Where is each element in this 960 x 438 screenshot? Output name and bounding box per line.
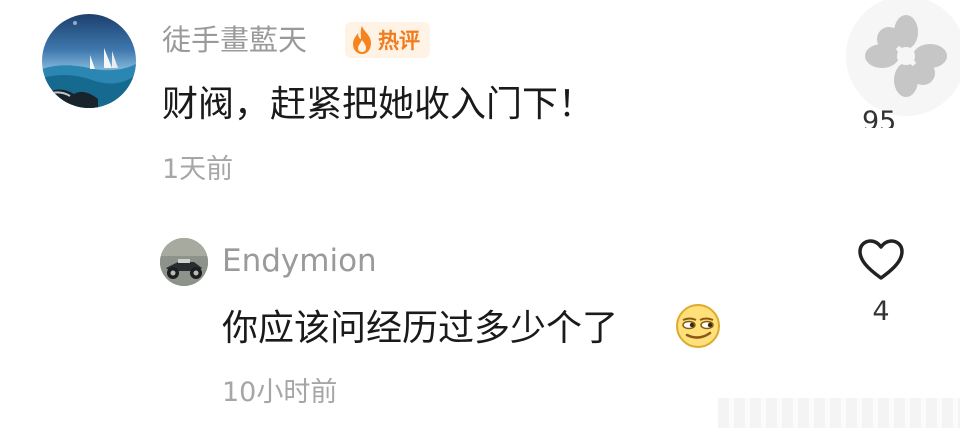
seascape-avatar-image (42, 21, 136, 108)
comment-timestamp: 1天前 (162, 154, 234, 185)
like-count: 95 (862, 106, 897, 128)
reply-username[interactable]: Endymion (222, 240, 377, 282)
hot-badge-label: 热评 (378, 29, 420, 53)
like-button[interactable] (857, 238, 905, 282)
username[interactable]: 徒手畫藍天 (162, 20, 307, 60)
motorcycle-avatar-image (160, 238, 208, 286)
hot-comment-badge: 热评 (345, 22, 430, 58)
reply-text[interactable]: 你应该问经历过多少个了 (222, 304, 618, 354)
reply-like-count: 4 (872, 296, 890, 327)
flame-icon (353, 26, 371, 54)
reply-avatar[interactable] (160, 238, 208, 286)
comment-text[interactable]: 财阀，赶紧把她收入门下！ (162, 80, 594, 130)
reply-timestamp: 10小时前 (222, 377, 338, 408)
comment-thread: 徒手畫藍天 热评 财阀，赶紧把她收入门下！ 1天前 95 Endymion 你应… (0, 0, 960, 438)
smirk-emoji-icon (675, 303, 721, 353)
watermark-strip (718, 398, 960, 428)
avatar[interactable] (42, 14, 136, 108)
heart-outline-icon (858, 239, 904, 280)
weibo-logo-icon (846, 0, 960, 116)
weibo-pinwheel-icon (865, 15, 947, 97)
